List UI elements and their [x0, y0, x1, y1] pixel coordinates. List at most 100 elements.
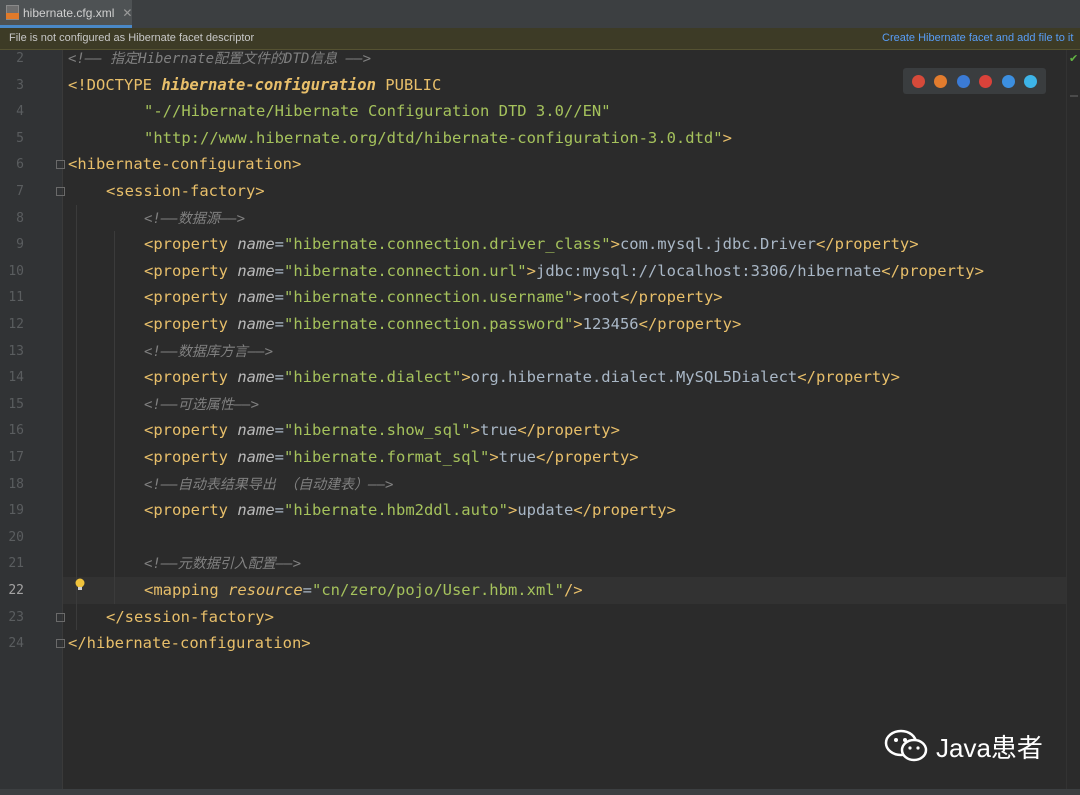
- line-number: 7: [16, 184, 24, 199]
- line-number: 15: [8, 396, 24, 412]
- code-token: <hibernate-configuration>: [68, 155, 302, 174]
- close-icon[interactable]: ✕: [122, 6, 132, 20]
- code-token: <property: [144, 288, 238, 307]
- line-number: 16: [8, 423, 24, 439]
- code-token: </session-factory>: [106, 607, 274, 626]
- code-line[interactable]: <property name="hibernate.dialect">org.h…: [63, 364, 1066, 391]
- line-number: 12: [8, 317, 24, 332]
- open-in-browser-bar: [903, 68, 1046, 94]
- line-number: 24: [8, 636, 24, 652]
- opera-icon[interactable]: [979, 74, 993, 88]
- banner-action-link[interactable]: Create Hibernate facet and add file to i…: [882, 32, 1073, 44]
- line-number: 4: [16, 104, 24, 120]
- code-line[interactable]: <!——可选属性——>: [63, 391, 1066, 418]
- line-number: 14: [8, 370, 24, 386]
- line-number: 21: [8, 556, 24, 572]
- firefox-icon[interactable]: [934, 74, 948, 88]
- code-token: <property: [144, 235, 238, 254]
- code-token: </property>: [881, 261, 984, 280]
- code-line[interactable]: <property name="hibernate.connection.use…: [63, 284, 1066, 311]
- code-token: <!——自动表结果导出 （自动建表）——>: [144, 476, 394, 493]
- code-line[interactable]: <!——数据源——>: [63, 205, 1066, 232]
- editor-scrollbar[interactable]: ✔: [1066, 50, 1080, 795]
- code-token: jdbc:mysql://localhost:3306/hibernate: [535, 261, 882, 280]
- line-number: 6: [16, 157, 24, 173]
- code-token: <!——可选属性——>: [144, 396, 260, 413]
- code-token: <property: [144, 315, 238, 333]
- edge-icon[interactable]: [1024, 74, 1038, 88]
- code-line[interactable]: [63, 524, 1066, 551]
- code-token: <!——数据库方言——>: [144, 343, 274, 360]
- code-token: =: [274, 448, 284, 466]
- code-token: org.hibernate.dialect.MySQL5Dialect: [470, 368, 798, 387]
- status-bar: [0, 789, 1080, 795]
- code-line[interactable]: <!——元数据引入配置——>: [63, 550, 1066, 577]
- code-token: name: [237, 235, 275, 254]
- code-token: </property>: [619, 288, 723, 307]
- code-line[interactable]: <property name="hibernate.connection.dri…: [63, 231, 1066, 258]
- code-line[interactable]: <session-factory>: [63, 178, 1066, 205]
- line-number: 23: [8, 609, 24, 625]
- safari-icon[interactable]: [956, 74, 970, 88]
- code-token: =: [274, 501, 284, 520]
- code-line[interactable]: </hibernate-configuration>: [63, 630, 1066, 657]
- code-line[interactable]: <!——数据库方言——>: [63, 338, 1066, 365]
- banner-message: File is not configured as Hibernate face…: [9, 32, 255, 44]
- code-line[interactable]: <property name="hibernate.hbm2ddl.auto">…: [63, 497, 1066, 524]
- code-token: >: [507, 501, 518, 520]
- code-token: =: [274, 315, 284, 333]
- code-token: </property>: [535, 448, 639, 466]
- code-line[interactable]: <hibernate-configuration>: [63, 151, 1066, 178]
- line-number: 20: [8, 529, 24, 545]
- code-token: <!——元数据引入配置——>: [144, 556, 302, 573]
- code-token: name: [237, 288, 275, 307]
- ie-icon[interactable]: [1001, 74, 1015, 88]
- code-token: "hibernate.dialect": [284, 368, 462, 387]
- xml-file-icon: [6, 5, 19, 20]
- code-token: name: [237, 368, 275, 387]
- code-token: <!DOCTYPE: [68, 75, 162, 94]
- code-token: >: [610, 235, 620, 254]
- code-token: "hibernate.connection.username": [284, 288, 574, 307]
- code-token: "hibernate.connection.driver_class": [284, 235, 611, 254]
- code-token: >: [470, 421, 480, 440]
- code-line[interactable]: </session-factory>: [63, 604, 1066, 631]
- code-token: <property: [144, 501, 238, 520]
- code-token: true: [498, 448, 536, 466]
- chrome-icon[interactable]: [911, 74, 925, 88]
- tab-hibernate-cfg[interactable]: hibernate.cfg.xml ✕: [0, 0, 132, 28]
- code-token: </property>: [638, 315, 742, 333]
- editor-tab-bar: hibernate.cfg.xml ✕: [0, 0, 1080, 29]
- code-token: "hibernate.show_sql": [284, 421, 471, 440]
- line-number: 22: [8, 583, 24, 598]
- code-token: />: [563, 581, 583, 599]
- code-token: >: [573, 288, 583, 307]
- code-line[interactable]: <mapping resource="cn/zero/pojo/User.hbm…: [63, 577, 1066, 604]
- intention-bulb-icon[interactable]: [74, 577, 86, 593]
- line-number: 13: [8, 343, 24, 359]
- code-line[interactable]: <property name="hibernate.format_sql">tr…: [63, 444, 1066, 471]
- code-token: "http://www.hibernate.org/dtd/hibernate-…: [144, 128, 723, 147]
- line-number: 19: [8, 503, 24, 519]
- code-token: hibernate-configuration: [161, 75, 376, 94]
- code-token: <!—— 指定Hibernate配置文件的DTD信息 ——>: [68, 51, 372, 67]
- code-line[interactable]: <property name="hibernate.show_sql">true…: [63, 417, 1066, 444]
- code-line[interactable]: "http://www.hibernate.org/dtd/hibernate-…: [63, 125, 1066, 152]
- code-token: </hibernate-configuration>: [68, 634, 311, 653]
- code-line[interactable]: <property name="hibernate.connection.pas…: [63, 311, 1066, 338]
- code-token: </property>: [573, 501, 676, 520]
- code-line[interactable]: "-//Hibernate/Hibernate Configuration DT…: [63, 98, 1066, 125]
- code-token: </property>: [815, 235, 919, 254]
- code-line[interactable]: <!——自动表结果导出 （自动建表）——>: [63, 471, 1066, 498]
- code-editor[interactable]: <!—— 指定Hibernate配置文件的DTD信息 ——> <!DOCTYPE …: [63, 50, 1066, 795]
- code-token: >: [722, 128, 732, 147]
- line-number-gutter: 2 3 4 5 6 7 8 9 10 11 12 13 14 15 16 17 18 19 20 21 22 23 24: [0, 50, 65, 795]
- code-token: "-//Hibernate/Hibernate Configuration DT…: [144, 102, 611, 121]
- code-token: <property: [144, 368, 238, 387]
- indent-guide: [114, 231, 115, 604]
- code-line[interactable]: <property name="hibernate.connection.url…: [63, 258, 1066, 285]
- code-token: <property: [144, 421, 238, 440]
- code-token: "hibernate.format_sql": [284, 448, 490, 466]
- scroll-marker: [1070, 95, 1078, 97]
- code-token: </property>: [517, 421, 620, 440]
